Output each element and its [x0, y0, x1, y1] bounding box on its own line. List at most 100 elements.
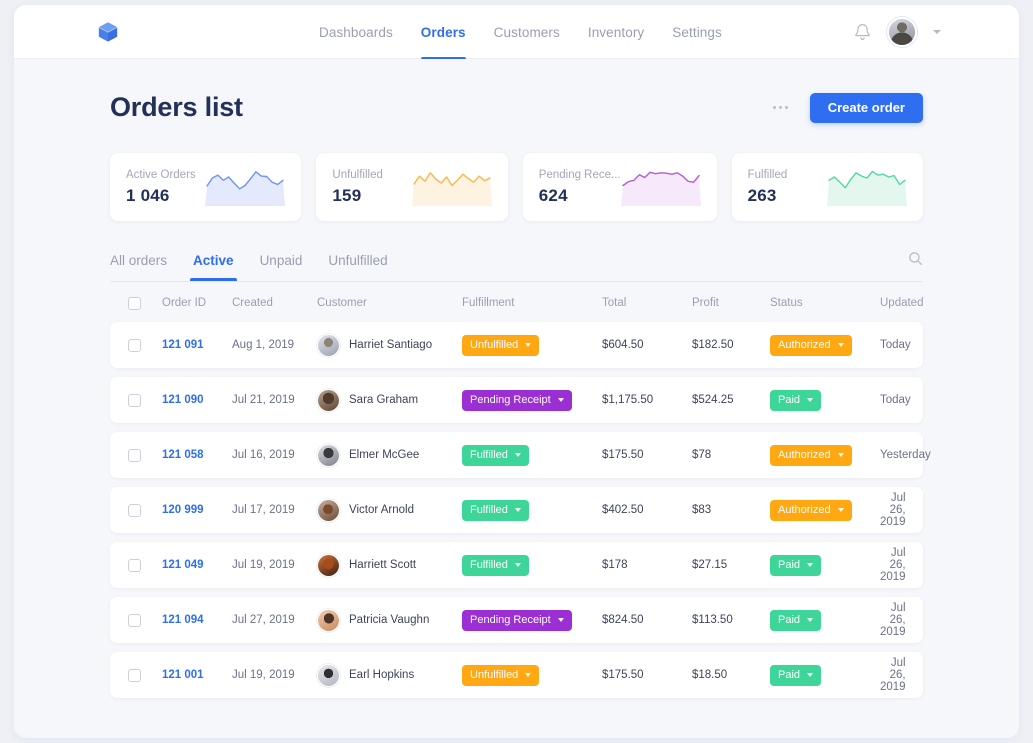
- nav-item-customers[interactable]: Customers: [494, 5, 560, 59]
- table-row[interactable]: 121 090Jul 21, 2019Sara GrahamPending Re…: [110, 377, 923, 423]
- create-order-button[interactable]: Create order: [810, 93, 923, 123]
- order-id-link[interactable]: 121 094: [162, 614, 204, 626]
- order-id-link[interactable]: 120 999: [162, 504, 204, 516]
- status-badge[interactable]: Paid: [770, 555, 821, 576]
- bell-icon[interactable]: [854, 23, 871, 42]
- chevron-down-icon: [807, 618, 813, 622]
- chevron-down-icon[interactable]: [933, 30, 941, 34]
- cell-total: $175.50: [602, 669, 692, 681]
- chevron-down-icon: [807, 673, 813, 677]
- stat-text: Active Orders1 046: [126, 169, 196, 206]
- row-checkbox[interactable]: [128, 559, 141, 572]
- customer-avatar: [317, 444, 340, 467]
- status-badge[interactable]: Authorized: [770, 335, 852, 356]
- table-row[interactable]: 120 999Jul 17, 2019Victor ArnoldFulfille…: [110, 487, 923, 533]
- row-checkbox[interactable]: [128, 339, 141, 352]
- stat-card-active-orders[interactable]: Active Orders1 046: [110, 153, 301, 221]
- customer-name: Harriett Scott: [349, 559, 416, 571]
- status-badge[interactable]: Authorized: [770, 445, 852, 466]
- tab-unfulfilled[interactable]: Unfulfilled: [328, 253, 387, 280]
- tab-all-orders[interactable]: All orders: [110, 253, 167, 280]
- status-label: Authorized: [778, 449, 831, 461]
- column-order-id[interactable]: Order ID: [162, 297, 232, 309]
- table-row[interactable]: 121 058Jul 16, 2019Elmer McGeeFulfilled$…: [110, 432, 923, 478]
- fulfillment-label: Fulfilled: [470, 504, 508, 516]
- row-checkbox[interactable]: [128, 394, 141, 407]
- stat-card-unfulfilled[interactable]: Unfulfilled159: [316, 153, 507, 221]
- fulfillment-badge[interactable]: Unfulfilled: [462, 335, 539, 356]
- cell-profit: $78: [692, 449, 770, 461]
- cell-profit: $27.15: [692, 559, 770, 571]
- stat-card-pending-rece[interactable]: Pending Rece...624: [523, 153, 717, 221]
- stat-label: Unfulfilled: [332, 169, 383, 181]
- cube-logo-icon[interactable]: [94, 18, 122, 46]
- row-select-cell: [128, 449, 162, 462]
- header-actions: Create order: [769, 93, 923, 123]
- cell-fulfillment: Fulfilled: [462, 555, 602, 576]
- cell-status: Paid: [770, 555, 880, 576]
- column-profit[interactable]: Profit: [692, 297, 770, 309]
- column-fulfillment[interactable]: Fulfillment: [462, 297, 602, 309]
- status-label: Paid: [778, 394, 800, 406]
- column-updated[interactable]: Updated: [880, 297, 923, 309]
- customer-name: Earl Hopkins: [349, 669, 414, 681]
- fulfillment-label: Fulfilled: [470, 559, 508, 571]
- stat-card-fulfilled[interactable]: Fulfilled263: [732, 153, 923, 221]
- cell-status: Authorized: [770, 335, 880, 356]
- fulfillment-label: Pending Receipt: [470, 394, 551, 406]
- fulfillment-badge[interactable]: Fulfilled: [462, 445, 529, 466]
- cell-status: Paid: [770, 390, 880, 411]
- fulfillment-badge[interactable]: Fulfilled: [462, 500, 529, 521]
- status-badge[interactable]: Authorized: [770, 500, 852, 521]
- status-label: Authorized: [778, 504, 831, 516]
- order-id-link[interactable]: 121 001: [162, 669, 204, 681]
- status-badge[interactable]: Paid: [770, 390, 821, 411]
- order-id-link[interactable]: 121 091: [162, 339, 204, 351]
- cell-order-id: 120 999: [162, 504, 232, 516]
- chevron-down-icon: [525, 673, 531, 677]
- cell-total: $1,175.50: [602, 394, 692, 406]
- status-badge[interactable]: Paid: [770, 665, 821, 686]
- cell-created: Jul 16, 2019: [232, 449, 317, 461]
- more-options-button[interactable]: [769, 100, 792, 115]
- customer-avatar: [317, 609, 340, 632]
- order-id-link[interactable]: 121 049: [162, 559, 204, 571]
- status-badge[interactable]: Paid: [770, 610, 821, 631]
- nav-item-orders[interactable]: Orders: [421, 5, 466, 59]
- select-all-checkbox[interactable]: [128, 297, 141, 310]
- fulfillment-badge[interactable]: Pending Receipt: [462, 610, 572, 631]
- nav-item-settings[interactable]: Settings: [672, 5, 722, 59]
- fulfillment-badge[interactable]: Pending Receipt: [462, 390, 572, 411]
- table-row[interactable]: 121 094Jul 27, 2019Patricia VaughnPendin…: [110, 597, 923, 643]
- row-checkbox[interactable]: [128, 614, 141, 627]
- fulfillment-label: Fulfilled: [470, 449, 508, 461]
- row-checkbox[interactable]: [128, 669, 141, 682]
- search-icon[interactable]: [908, 251, 923, 281]
- table-row[interactable]: 121 091Aug 1, 2019Harriet SantiagoUnfulf…: [110, 322, 923, 368]
- page-content: Orders list Create order Active Orders1 …: [14, 59, 1019, 698]
- fulfillment-label: Unfulfilled: [470, 339, 518, 351]
- column-total[interactable]: Total: [602, 297, 692, 309]
- order-id-link[interactable]: 121 058: [162, 449, 204, 461]
- page-title: Orders list: [110, 92, 243, 123]
- column-status[interactable]: Status: [770, 297, 880, 309]
- fulfillment-badge[interactable]: Fulfilled: [462, 555, 529, 576]
- orders-filter-tabs: All orders Active Unpaid Unfulfilled: [110, 251, 923, 282]
- row-checkbox[interactable]: [128, 504, 141, 517]
- nav-item-dashboards[interactable]: Dashboards: [319, 5, 393, 59]
- table-row[interactable]: 121 001Jul 19, 2019Earl HopkinsUnfulfill…: [110, 652, 923, 698]
- customer-name: Victor Arnold: [349, 504, 414, 516]
- tab-unpaid[interactable]: Unpaid: [260, 253, 303, 280]
- table-row[interactable]: 121 049Jul 19, 2019Harriett ScottFulfill…: [110, 542, 923, 588]
- customer-avatar: [317, 334, 340, 357]
- stat-value: 263: [748, 186, 788, 206]
- fulfillment-badge[interactable]: Unfulfilled: [462, 665, 539, 686]
- column-customer[interactable]: Customer: [317, 297, 462, 309]
- tab-active[interactable]: Active: [193, 253, 234, 280]
- nav-item-inventory[interactable]: Inventory: [588, 5, 644, 59]
- row-checkbox[interactable]: [128, 449, 141, 462]
- order-id-link[interactable]: 121 090: [162, 394, 204, 406]
- avatar[interactable]: [887, 17, 917, 47]
- column-created[interactable]: Created: [232, 297, 317, 309]
- cell-updated: Jul 26, 2019: [880, 492, 906, 528]
